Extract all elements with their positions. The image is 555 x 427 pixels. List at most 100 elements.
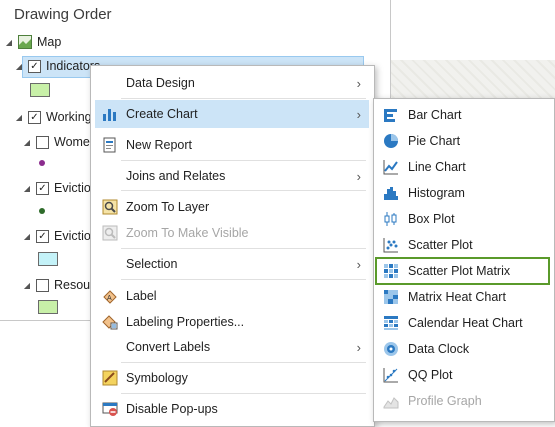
menu-item-label: Disable Pop-ups xyxy=(126,402,218,416)
submenu-item-label: Line Chart xyxy=(408,160,466,174)
submenu-item-label: Pie Chart xyxy=(408,134,461,148)
menu-item-label: Selection xyxy=(126,257,178,271)
submenu-item-data-clock[interactable]: Data Clock xyxy=(377,336,549,362)
menu-item-label: Symbology xyxy=(126,371,188,385)
collapse-arrow-icon[interactable]: ◢ xyxy=(22,281,32,290)
map-node[interactable]: ◢ Map xyxy=(4,32,61,52)
polygon-symbol[interactable] xyxy=(38,300,58,314)
submenu-item-label: Data Clock xyxy=(408,342,470,356)
labeling-properties-icon xyxy=(101,313,119,331)
submenu-item-histogram[interactable]: Histogram xyxy=(377,180,549,206)
menu-item-joins-and-relates[interactable]: Joins and Relates › xyxy=(95,162,369,190)
layer-indicators[interactable]: ◢ ✓ Indicators xyxy=(14,56,100,76)
popups-icon xyxy=(101,400,119,418)
menu-item-label: Data Design xyxy=(126,76,195,90)
submenu-item-qq-plot[interactable]: QQ Plot xyxy=(377,362,549,388)
pie-chart-icon xyxy=(382,132,400,150)
submenu-item-label: Scatter Plot xyxy=(408,238,473,252)
submenu-item-scatter-plot-matrix[interactable]: Scatter Plot Matrix xyxy=(375,257,550,285)
report-icon xyxy=(101,136,119,154)
submenu-item-label: QQ Plot xyxy=(408,368,453,382)
layer-evictions-1[interactable]: ◢ ✓ Evictio xyxy=(22,178,91,198)
histogram-icon xyxy=(382,184,400,202)
layer-women[interactable]: ◢ Wome xyxy=(22,132,90,152)
submenu-item-label: Scatter Plot Matrix xyxy=(408,264,511,278)
menu-item-label: Zoom To Make Visible xyxy=(126,226,249,240)
layer-label: Resour xyxy=(54,278,95,292)
profile-graph-icon xyxy=(382,392,400,410)
pane-title: Drawing Order xyxy=(14,6,112,23)
chevron-right-icon: › xyxy=(356,256,361,272)
visibility-checkbox[interactable]: ✓ xyxy=(36,181,49,195)
polygon-symbol[interactable] xyxy=(38,252,58,266)
label-icon: A xyxy=(101,287,119,305)
submenu-item-calendar-heat-chart[interactable]: Calendar Heat Chart xyxy=(377,310,549,336)
layer-context-menu: Data Design › Create Chart › New Report … xyxy=(90,65,375,427)
create-chart-submenu: Bar Chart Pie Chart Line Chart Histogram… xyxy=(373,98,555,422)
layer-resources[interactable]: ◢ Resour xyxy=(22,275,94,295)
submenu-item-matrix-heat-chart[interactable]: Matrix Heat Chart xyxy=(377,284,549,310)
menu-item-create-chart[interactable]: Create Chart › xyxy=(95,100,369,128)
visibility-checkbox[interactable]: ✓ xyxy=(36,229,49,243)
scatter-matrix-icon xyxy=(382,262,400,280)
collapse-arrow-icon[interactable]: ◢ xyxy=(4,38,14,47)
menu-item-symbology[interactable]: Symbology xyxy=(95,364,369,392)
collapse-arrow-icon[interactable]: ◢ xyxy=(22,138,32,147)
layer-label: Evictio xyxy=(54,181,91,195)
svg-text:A: A xyxy=(107,295,112,302)
menu-separator xyxy=(121,160,366,161)
menu-separator xyxy=(121,393,366,394)
polygon-symbol[interactable] xyxy=(30,83,50,97)
chart-icon xyxy=(101,105,119,123)
submenu-item-label: Box Plot xyxy=(408,212,455,226)
layer-label: Evictio xyxy=(54,229,91,243)
submenu-item-label: Bar Chart xyxy=(408,108,462,122)
menu-item-data-design[interactable]: Data Design › xyxy=(95,69,369,97)
scatter-plot-icon xyxy=(382,236,400,254)
menu-item-convert-labels[interactable]: Convert Labels › xyxy=(95,333,369,361)
visibility-checkbox[interactable]: ✓ xyxy=(28,110,41,124)
line-chart-icon xyxy=(382,158,400,176)
point-symbol[interactable] xyxy=(39,160,45,166)
layer-evictions-2[interactable]: ◢ ✓ Evictio xyxy=(22,226,91,246)
data-clock-icon xyxy=(382,340,400,358)
menu-item-selection[interactable]: Selection › xyxy=(95,250,369,278)
visibility-checkbox[interactable]: ✓ xyxy=(28,59,41,73)
collapse-arrow-icon[interactable]: ◢ xyxy=(22,184,32,193)
submenu-item-profile-graph[interactable]: Profile Graph xyxy=(377,388,549,414)
menu-item-zoom-to-layer[interactable]: Zoom To Layer xyxy=(95,193,369,221)
collapse-arrow-icon[interactable]: ◢ xyxy=(14,62,24,71)
bar-chart-icon xyxy=(382,106,400,124)
menu-item-zoom-to-make-visible[interactable]: Zoom To Make Visible xyxy=(95,219,369,247)
submenu-item-scatter-plot[interactable]: Scatter Plot xyxy=(377,232,549,258)
chevron-right-icon: › xyxy=(356,75,361,91)
menu-item-label[interactable]: A Label xyxy=(95,282,369,310)
matrix-heat-icon xyxy=(382,288,400,306)
visibility-checkbox[interactable] xyxy=(36,135,49,149)
visibility-checkbox[interactable] xyxy=(36,278,49,292)
menu-item-new-report[interactable]: New Report xyxy=(95,131,369,159)
menu-item-disable-popups[interactable]: Disable Pop-ups xyxy=(95,395,369,423)
box-plot-icon xyxy=(382,210,400,228)
submenu-item-bar-chart[interactable]: Bar Chart xyxy=(377,102,549,128)
submenu-item-box-plot[interactable]: Box Plot xyxy=(377,206,549,232)
collapse-arrow-icon[interactable]: ◢ xyxy=(22,232,32,241)
menu-separator xyxy=(121,98,366,99)
menu-item-label: New Report xyxy=(126,138,192,152)
menu-item-labeling-properties[interactable]: Labeling Properties... xyxy=(95,308,369,336)
menu-separator xyxy=(121,190,366,191)
menu-item-label: Create Chart xyxy=(126,107,198,121)
point-symbol[interactable] xyxy=(39,208,45,214)
chevron-right-icon: › xyxy=(356,339,361,355)
group-working[interactable]: ◢ ✓ Working xyxy=(14,107,92,127)
collapse-arrow-icon[interactable]: ◢ xyxy=(14,113,24,122)
submenu-item-pie-chart[interactable]: Pie Chart xyxy=(377,128,549,154)
submenu-item-line-chart[interactable]: Line Chart xyxy=(377,154,549,180)
menu-item-label: Joins and Relates xyxy=(126,169,226,183)
menu-item-label: Label xyxy=(126,289,157,303)
zoom-icon xyxy=(101,198,119,216)
chevron-right-icon: › xyxy=(356,106,361,122)
calendar-heat-icon xyxy=(382,314,400,332)
submenu-item-label: Profile Graph xyxy=(408,394,482,408)
layer-label: Working xyxy=(46,110,92,124)
